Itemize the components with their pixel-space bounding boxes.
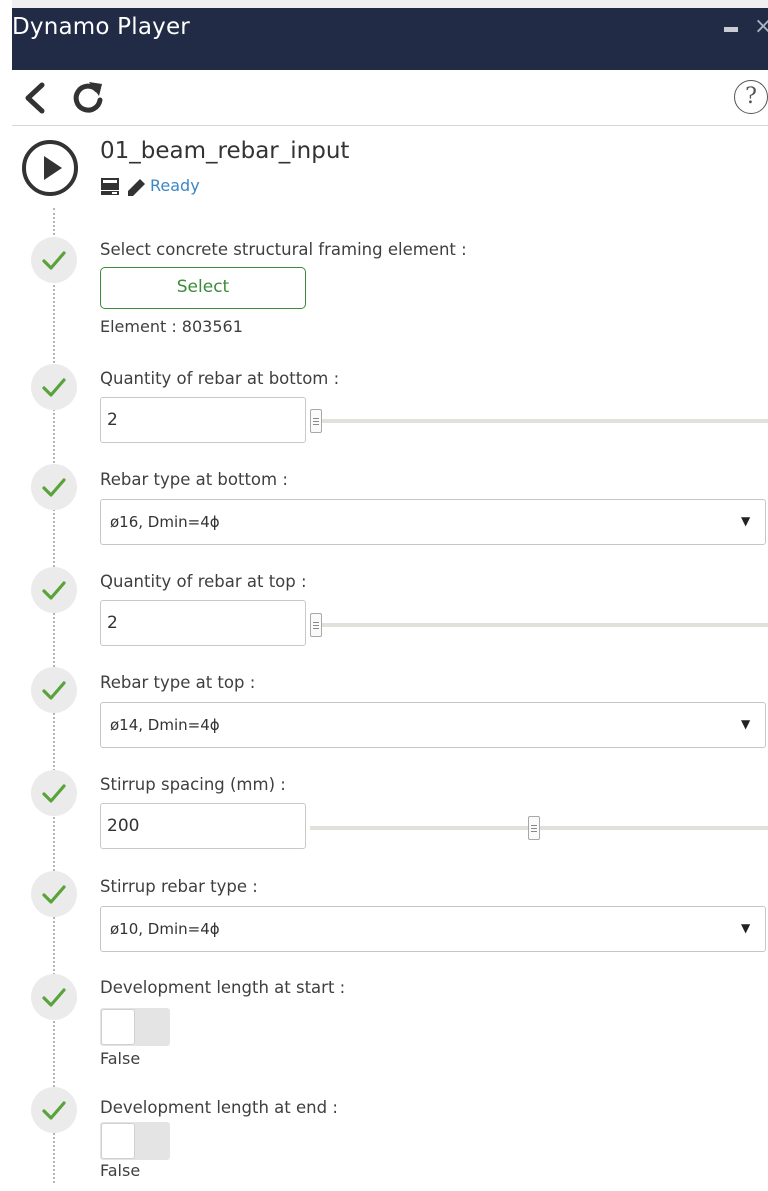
dropdown-arrow-icon[interactable]: ▼ — [741, 921, 750, 935]
window-title: Dynamo Player — [12, 14, 190, 40]
check-icon — [31, 871, 77, 917]
check-icon — [31, 770, 77, 816]
play-icon[interactable] — [22, 140, 78, 196]
development-start-toggle[interactable] — [100, 1008, 170, 1046]
input-label: Rebar type at bottom : — [100, 470, 288, 489]
dropdown-value: ø10, Dmin=4ϕ — [110, 920, 220, 938]
stirrup-rebar-type-dropdown[interactable]: ø10, Dmin=4ϕ ▼ — [100, 906, 766, 952]
toolbar: ? — [12, 70, 768, 126]
input-label: Select concrete structural framing eleme… — [100, 240, 467, 259]
dropdown-value: ø16, Dmin=4ϕ — [110, 513, 220, 531]
pencil-icon[interactable] — [126, 178, 146, 201]
slider-thumb[interactable] — [528, 816, 540, 840]
input-label: Stirrup spacing (mm) : — [100, 775, 286, 794]
input-label: Quantity of rebar at top : — [100, 572, 307, 591]
quantity-top-input[interactable]: 2 — [100, 600, 306, 646]
stirrup-spacing-input[interactable]: 200 — [100, 803, 306, 849]
check-icon — [31, 667, 77, 713]
toggle-value: False — [100, 1049, 141, 1068]
dynamo-player-window: Dynamo Player × ? 01_beam_rebar_input Re… — [12, 8, 768, 1191]
refresh-icon[interactable] — [70, 80, 106, 120]
input-label: Development length at start : — [100, 978, 346, 997]
dropdown-arrow-icon[interactable]: ▼ — [741, 717, 750, 731]
stirrup-spacing-slider[interactable] — [310, 816, 768, 840]
check-icon — [31, 974, 77, 1020]
chevron-left-icon[interactable] — [22, 82, 48, 118]
toggle-value: False — [100, 1161, 141, 1180]
minimize-icon[interactable] — [724, 27, 738, 32]
quantity-top-slider[interactable] — [310, 613, 768, 637]
select-button[interactable]: Select — [100, 267, 306, 309]
window-frame — [0, 0, 12, 1191]
quantity-bottom-input[interactable]: 2 — [100, 397, 306, 443]
close-icon[interactable]: × — [754, 14, 768, 39]
check-icon — [31, 464, 77, 510]
input-label: Quantity of rebar at bottom : — [100, 369, 340, 388]
input-label: Development length at end : — [100, 1098, 338, 1117]
quantity-bottom-slider[interactable] — [310, 409, 768, 433]
slider-thumb[interactable] — [310, 409, 322, 433]
slider-thumb[interactable] — [310, 613, 322, 637]
rebar-type-top-dropdown[interactable]: ø14, Dmin=4ϕ ▼ — [100, 702, 766, 748]
title-bar: Dynamo Player × — [12, 8, 768, 70]
check-icon — [31, 237, 77, 283]
computer-icon[interactable] — [100, 177, 120, 200]
help-icon[interactable]: ? — [734, 80, 768, 114]
dropdown-arrow-icon[interactable]: ▼ — [741, 514, 750, 528]
rebar-type-bottom-dropdown[interactable]: ø16, Dmin=4ϕ ▼ — [100, 499, 766, 545]
input-label: Rebar type at top : — [100, 673, 256, 692]
check-icon — [31, 567, 77, 613]
script-header: 01_beam_rebar_input Ready — [12, 126, 768, 206]
status-text: Ready — [150, 176, 200, 195]
dropdown-value: ø14, Dmin=4ϕ — [110, 716, 220, 734]
development-end-toggle[interactable] — [100, 1122, 170, 1160]
selected-element-text: Element : 803561 — [100, 317, 243, 336]
check-icon — [31, 1087, 77, 1133]
script-name: 01_beam_rebar_input — [100, 138, 350, 164]
input-label: Stirrup rebar type : — [100, 877, 258, 896]
check-icon — [31, 364, 77, 410]
